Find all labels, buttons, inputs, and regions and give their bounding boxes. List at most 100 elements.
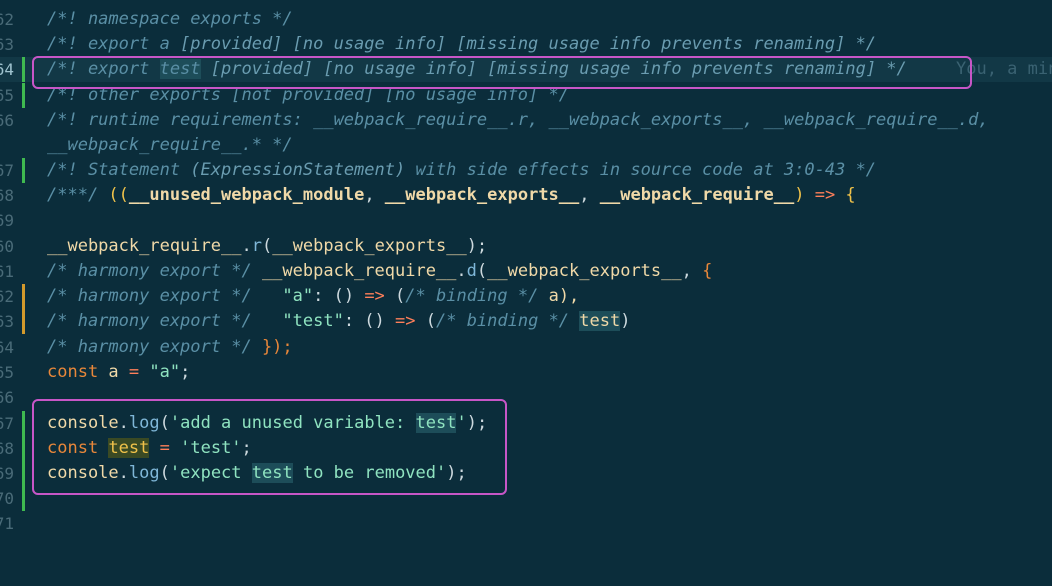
- git-added-marker: [22, 436, 25, 461]
- arrow: =>: [395, 311, 416, 331]
- string: "test": [282, 311, 344, 331]
- punct: ,: [681, 261, 703, 281]
- code-line[interactable]: 66 /*! runtime requirements: __webpack_r…: [0, 108, 1052, 133]
- code-line[interactable]: 67 /*! Statement (ExpressionStatement) w…: [0, 158, 1052, 183]
- line-number: 66: [0, 388, 14, 407]
- punct: [569, 311, 579, 331]
- brace: });: [261, 337, 293, 357]
- line-number: 67: [0, 414, 14, 433]
- identifier: __webpack_exports__: [272, 236, 467, 256]
- line-number: 60: [0, 237, 14, 256]
- code-line-wrapped[interactable]: __webpack_require__.* */: [0, 133, 1052, 158]
- comment: with side effects in source code at 3:0-…: [405, 160, 877, 180]
- punct: ;: [180, 362, 191, 382]
- punct: .: [241, 236, 252, 256]
- line-number: 62: [0, 287, 14, 306]
- comment-tags: [provided] [no usage info] [missing usag…: [180, 34, 877, 54]
- line-number: 68: [0, 186, 14, 205]
- punct: ): [620, 311, 631, 331]
- punct: );: [466, 236, 488, 256]
- string: "a": [139, 362, 181, 382]
- punct: : (): [313, 286, 365, 306]
- git-added-marker: [22, 486, 25, 511]
- line-number: 69: [0, 211, 14, 230]
- comment: /***/: [47, 185, 109, 205]
- comment: /* binding */: [435, 311, 570, 331]
- word-highlight: test: [579, 311, 621, 331]
- punct: : (): [343, 311, 396, 331]
- identifier: a),: [538, 286, 580, 306]
- code-editor[interactable]: 62 /*! namespace exports */ 63 /*! expor…: [0, 0, 1052, 534]
- brace: {: [835, 185, 856, 205]
- identifier: __webpack_require__: [599, 185, 795, 205]
- comment: __webpack_require__.* */: [47, 135, 293, 155]
- line-number: 62: [0, 10, 14, 29]
- code-line-empty[interactable]: 69: [0, 208, 1052, 233]
- identifier: __webpack_exports__: [384, 185, 580, 205]
- git-added-marker: [22, 158, 25, 183]
- string: "a": [282, 286, 314, 306]
- git-modified-marker: [22, 309, 25, 334]
- keyword: const: [47, 362, 99, 382]
- line-number: 64: [0, 338, 14, 357]
- identifier: __webpack_exports__: [487, 261, 682, 281]
- code-line[interactable]: 63 /*! export a [provided] [no usage inf…: [0, 32, 1052, 57]
- line-number: 68: [0, 439, 14, 458]
- line-number: 64: [0, 60, 14, 79]
- paren: ((: [108, 185, 129, 205]
- arrow: =>: [364, 286, 385, 306]
- identifier: a: [98, 362, 129, 382]
- code-line[interactable]: 65 const a = "a";: [0, 360, 1052, 385]
- identifier: __webpack_require__: [261, 261, 457, 281]
- line-number: 65: [0, 363, 14, 382]
- code-line[interactable]: 61 /* harmony export */ __webpack_requir…: [0, 259, 1052, 284]
- brace: {: [702, 261, 713, 281]
- punct: ,: [364, 185, 385, 205]
- line-number: 63: [0, 35, 14, 54]
- punct: ,: [579, 185, 600, 205]
- punct: (: [384, 286, 406, 306]
- comment: /*! Statement: [47, 160, 191, 180]
- code-line[interactable]: 63 /* harmony export */ "test": () => (/…: [0, 309, 1052, 334]
- comment-tags: (ExpressionStatement): [190, 160, 406, 180]
- line-number: 70: [0, 489, 14, 508]
- line-number: 65: [0, 86, 14, 105]
- line-number: 69: [0, 464, 14, 483]
- punct: (: [261, 236, 273, 256]
- identifier: __webpack_require__: [47, 236, 242, 256]
- code-line[interactable]: 68 /***/ ((__unused_webpack_module, __we…: [0, 183, 1052, 208]
- comment: /* harmony export */: [47, 311, 283, 331]
- git-modified-marker: [22, 284, 25, 309]
- code-line[interactable]: 60 __webpack_require__.r(__webpack_expor…: [0, 234, 1052, 259]
- code-line[interactable]: 64 /* harmony export */ });: [0, 335, 1052, 360]
- operator: =: [128, 362, 140, 382]
- comment: /* harmony export */: [47, 337, 262, 357]
- arrow: =>: [814, 185, 836, 205]
- comment: /*! export a: [47, 34, 181, 54]
- line-number: 71: [0, 514, 14, 533]
- annotation-box-top: [32, 56, 972, 89]
- punct: .: [456, 261, 467, 281]
- code-line[interactable]: 62 /*! namespace exports */: [0, 7, 1052, 32]
- annotation-box-bottom: [32, 399, 507, 495]
- code-line-empty[interactable]: 71: [0, 511, 1052, 536]
- function-name: r: [251, 236, 262, 256]
- git-added-marker: [22, 461, 25, 486]
- code-line[interactable]: 62 /* harmony export */ "a": () => (/* b…: [0, 284, 1052, 309]
- line-number: 63: [0, 312, 14, 331]
- line-number: 61: [0, 262, 14, 281]
- line-number: 67: [0, 161, 14, 180]
- punct: (: [415, 311, 436, 331]
- comment: /* harmony export */: [47, 261, 262, 281]
- git-added-marker: [22, 57, 25, 82]
- paren: ): [794, 185, 815, 205]
- comment: /*! namespace exports */: [47, 9, 293, 29]
- function-name: d: [466, 261, 477, 281]
- git-added-marker: [22, 411, 25, 436]
- comment: /* harmony export */: [47, 286, 283, 306]
- comment: /*! runtime requirements: __webpack_requ…: [47, 110, 989, 130]
- git-added-marker: [22, 83, 25, 108]
- line-number: 66: [0, 111, 14, 130]
- comment: /* binding */: [405, 286, 539, 306]
- identifier: __unused_webpack_module: [128, 185, 365, 205]
